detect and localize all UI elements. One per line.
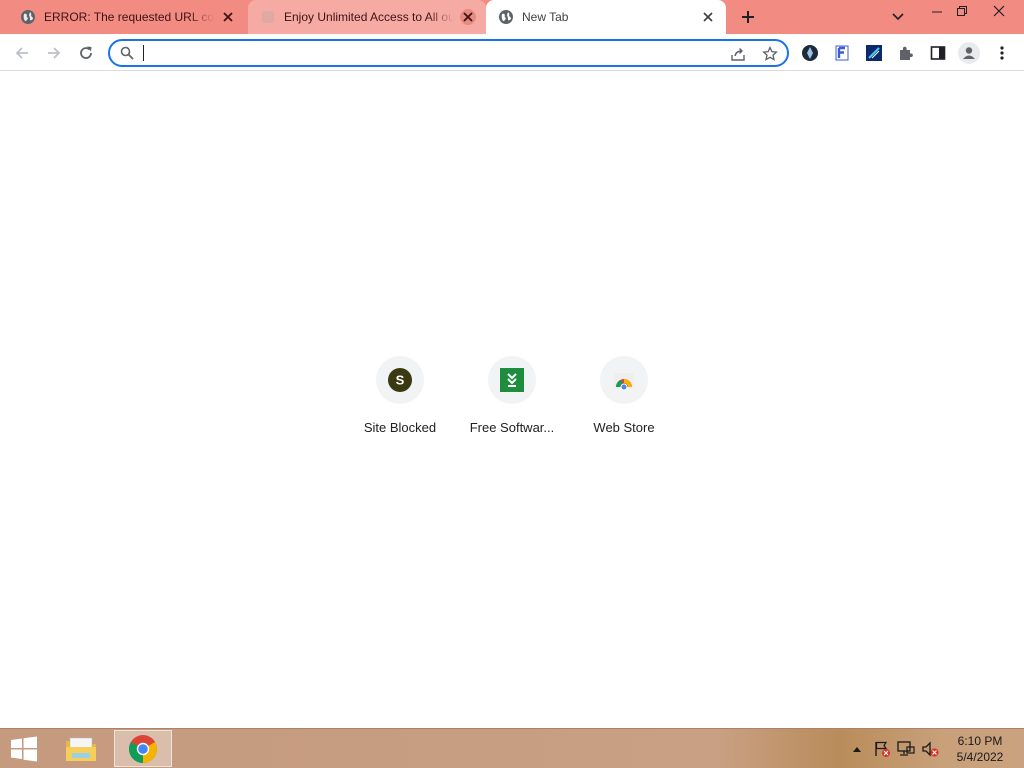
shortcut-site-blocked[interactable]: S Site Blocked [344,355,456,445]
shortcut-label: Web Store [593,420,655,435]
tab-new-tab[interactable]: New Tab [486,0,726,34]
share-icon [731,48,745,61]
extension-dark-icon [802,45,818,61]
reload-button[interactable] [73,40,99,66]
download-chevrons-icon [500,368,524,392]
extension-blue-icon [866,45,882,61]
network-icon [897,741,915,756]
bookmark-button[interactable] [760,44,780,64]
shortcut-tile: S [376,356,424,404]
web-store-icon [614,373,634,391]
chrome-icon [129,734,157,763]
side-panel-button[interactable] [927,42,949,64]
tab-title: Enjoy Unlimited Access to All our [284,10,454,24]
menu-button[interactable] [991,42,1013,64]
shortcut-label: Free Softwar... [469,420,555,435]
show-hidden-icons-button[interactable] [848,740,866,758]
close-icon[interactable] [220,9,236,25]
favicon-letter: S [396,373,405,388]
shortcut-web-store[interactable]: Web Store [568,355,680,445]
windows-logo-icon [11,736,37,761]
bookmark-star-icon [762,46,778,61]
tab-search-button[interactable] [888,7,908,27]
globe-icon [498,9,514,25]
toolbar [0,34,1024,71]
volume-muted-icon [922,741,939,757]
extension-blue-button[interactable] [863,42,885,64]
reload-icon [80,46,92,59]
extension-f-button[interactable] [831,42,853,64]
shortcut-free-software[interactable]: Free Softwar... [456,355,568,445]
tab-title: New Tab [522,10,569,24]
extensions-puzzle-icon [900,46,913,60]
volume-button[interactable] [921,740,939,758]
clock-time: 6:10 PM [957,734,1003,748]
profile-button[interactable] [958,42,980,64]
taskbar-file-explorer[interactable] [52,730,110,767]
close-icon[interactable] [700,9,716,25]
restore-icon [957,6,967,16]
forward-arrow-icon [48,47,61,59]
shortcut-label: Site Blocked [363,420,437,435]
close-window-button[interactable] [984,0,1014,22]
extension-dark-button[interactable] [799,42,821,64]
new-tab-button[interactable] [736,5,760,29]
taskbar-chrome[interactable] [114,730,172,767]
file-explorer-icon [66,737,96,761]
close-icon[interactable] [460,9,476,25]
forward-button[interactable] [41,40,67,66]
shortcut-tile [488,356,536,404]
shortcut-tile [600,356,648,404]
close-icon [993,5,1005,17]
plus-icon [742,11,754,23]
address-input[interactable] [144,43,704,63]
extension-f-icon [835,45,849,61]
taskbar-clock[interactable]: 6:10 PM 5/4/2022 [948,733,1012,765]
action-center-button[interactable] [873,740,891,758]
menu-kebab-icon [1000,46,1004,60]
back-button[interactable] [9,40,35,66]
site-blocked-favicon-icon: S [388,368,412,392]
minimize-icon [932,11,942,13]
blank-page-icon [260,9,276,25]
clock-date: 5/4/2022 [956,750,1004,764]
chevron-down-icon [892,13,904,21]
search-icon [120,46,134,60]
extensions-button[interactable] [895,42,917,64]
tab-enjoy-unlimited[interactable]: Enjoy Unlimited Access to All our [248,0,486,34]
tab-error[interactable]: ERROR: The requested URL could not be re… [8,0,246,34]
network-button[interactable] [897,740,915,758]
side-panel-icon [930,46,946,60]
tab-strip: ERROR: The requested URL could not be re… [0,0,1024,34]
tab-title: ERROR: The requested URL could not be re… [44,10,214,24]
back-arrow-icon [15,47,28,59]
omnibox[interactable] [108,39,789,67]
start-button[interactable] [0,729,48,768]
share-button[interactable] [728,44,748,64]
globe-icon [20,9,36,25]
show-hidden-icons-arrow [853,747,861,752]
profile-icon [963,47,975,59]
taskbar: 6:10 PM 5/4/2022 [0,728,1024,768]
action-center-flag-icon [875,741,890,757]
restore-button[interactable] [947,0,977,22]
